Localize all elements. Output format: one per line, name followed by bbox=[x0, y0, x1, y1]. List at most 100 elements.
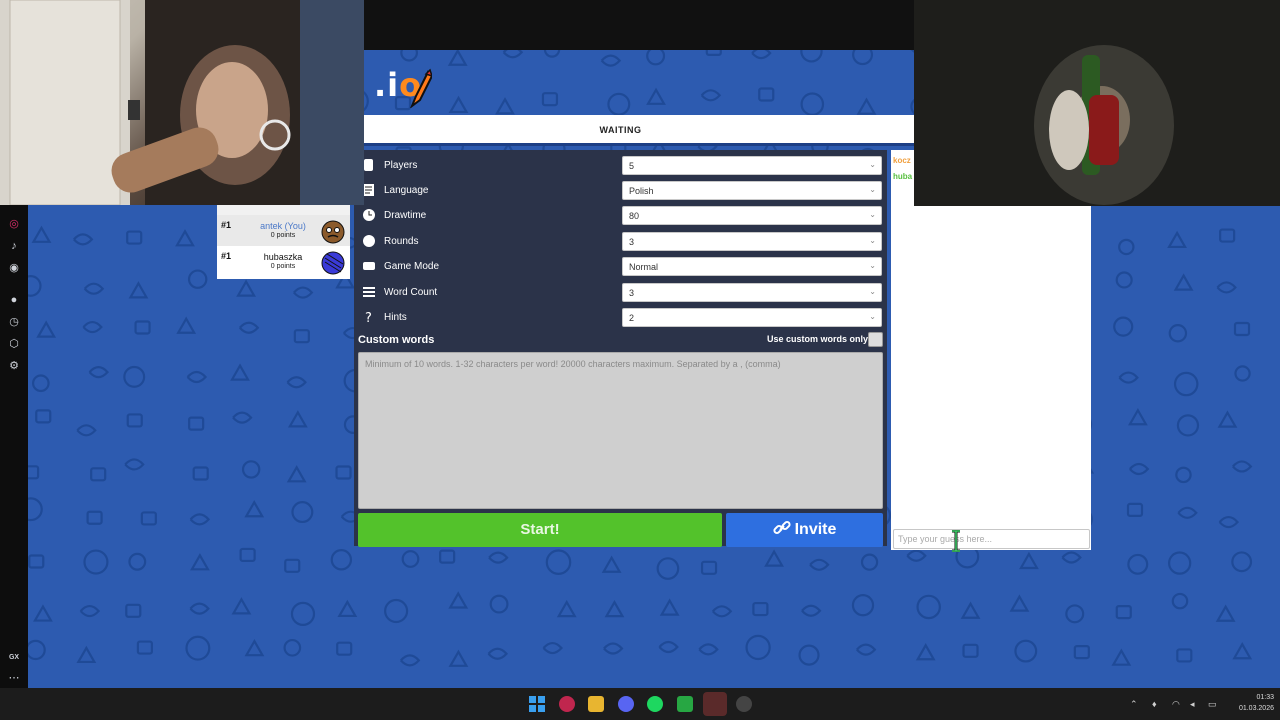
doodle-shape bbox=[35, 409, 52, 424]
doodle-shape bbox=[1128, 408, 1148, 426]
doodle-shape bbox=[28, 554, 45, 569]
microphone-icon[interactable]: ♦ bbox=[1152, 699, 1157, 709]
file-explorer-icon[interactable] bbox=[588, 696, 604, 712]
doodle-shape bbox=[1073, 645, 1090, 660]
player-avatar bbox=[321, 220, 345, 244]
opera-gx-icon[interactable] bbox=[559, 696, 575, 712]
discord-icon[interactable]: ◉ bbox=[7, 261, 21, 275]
chevron-down-icon: ⌄ bbox=[869, 312, 876, 321]
doodle-shape bbox=[126, 230, 143, 245]
app-icon[interactable] bbox=[736, 696, 752, 712]
clock-time: 01:33 bbox=[1256, 694, 1274, 701]
invite-label: Invite bbox=[794, 521, 837, 538]
app-green-icon[interactable] bbox=[677, 696, 693, 712]
player-avatar bbox=[321, 251, 345, 275]
doodle-shape bbox=[83, 282, 105, 295]
doodle-shape bbox=[1019, 551, 1039, 570]
doodle-shape bbox=[960, 601, 981, 619]
taskbar-clock[interactable]: 01:33 01.03.2026 bbox=[1224, 692, 1274, 714]
doodle-shape bbox=[1167, 230, 1187, 249]
settings-gear-icon[interactable]: ⚙ bbox=[7, 359, 21, 373]
doodle-shape bbox=[1014, 639, 1038, 663]
chat-panel: kocz huba bbox=[891, 150, 1091, 550]
tray-chevron-up-icon[interactable]: ⌃ bbox=[1130, 699, 1138, 710]
history-icon[interactable]: ◷ bbox=[7, 315, 21, 329]
invite-button[interactable]: Invite bbox=[726, 513, 883, 547]
tiktok-icon[interactable]: ♪ bbox=[7, 239, 21, 253]
player-row[interactable]: #1 antek (You) 0 points bbox=[217, 215, 350, 246]
setting-rounds: Rounds 3 ⌄ bbox=[354, 229, 887, 254]
doodle-shape bbox=[698, 643, 719, 656]
gx-label[interactable]: GX bbox=[7, 651, 21, 665]
messages-icon[interactable]: ● bbox=[7, 293, 21, 307]
doodle-shape bbox=[232, 411, 253, 424]
doodle-shape bbox=[284, 558, 301, 573]
doodle-shape bbox=[187, 269, 208, 289]
instagram-icon[interactable]: ◎ bbox=[7, 217, 21, 231]
doodle-shape bbox=[915, 643, 936, 661]
chevron-down-icon: ⌄ bbox=[869, 287, 876, 296]
language-select[interactable]: Polish ⌄ bbox=[622, 181, 882, 200]
doodle-shape bbox=[86, 510, 103, 525]
doodle-shape bbox=[238, 321, 260, 334]
doodle-shape bbox=[658, 640, 679, 654]
battery-icon[interactable]: ▭ bbox=[1208, 699, 1217, 710]
doodle-shape bbox=[126, 413, 143, 428]
doodle-shape bbox=[140, 511, 157, 526]
gamemode-icon bbox=[363, 262, 375, 270]
players-select[interactable]: 5 ⌄ bbox=[622, 156, 882, 175]
doodle-shape bbox=[1176, 414, 1200, 437]
start-button[interactable]: Start! bbox=[358, 513, 722, 547]
doodle-shape bbox=[764, 549, 784, 567]
doodle-shape bbox=[136, 640, 153, 655]
doodle-shape bbox=[1115, 605, 1132, 620]
more-icon[interactable]: ⋯ bbox=[7, 671, 21, 685]
chat-guess-input[interactable]: Type your guess here... bbox=[893, 529, 1090, 549]
doodle-shape bbox=[192, 466, 209, 481]
hints-select[interactable]: 2 ⌄ bbox=[622, 308, 882, 327]
use-custom-words-checkbox[interactable] bbox=[868, 332, 883, 347]
doodle-shape bbox=[283, 638, 302, 657]
drawtime-select[interactable]: 80 ⌄ bbox=[622, 206, 882, 225]
doodle-shape bbox=[337, 599, 358, 618]
setting-hints: ? Hints 2 ⌄ bbox=[354, 305, 887, 330]
browser-sidebar: ◎ ♪ ◉ ● ◷ ⬡ ⚙ GX ⋯ bbox=[0, 205, 28, 688]
chat-message: kocz bbox=[893, 156, 911, 165]
chevron-down-icon: ⌄ bbox=[869, 236, 876, 245]
wordcount-select[interactable]: 3 ⌄ bbox=[622, 283, 882, 302]
doodle-shape bbox=[601, 555, 622, 573]
windows-start-icon[interactable] bbox=[529, 696, 545, 712]
doodle-shape bbox=[76, 645, 97, 664]
doodle-shape bbox=[28, 275, 42, 297]
gamemode-select[interactable]: Normal ⌄ bbox=[622, 257, 882, 276]
doodle-shape bbox=[604, 599, 625, 618]
chevron-down-icon: ⌄ bbox=[869, 160, 876, 169]
doodle-shape bbox=[1217, 410, 1238, 428]
steam-icon[interactable] bbox=[703, 692, 727, 716]
setting-gamemode: Game Mode Normal ⌄ bbox=[354, 254, 887, 279]
doodle-shape bbox=[335, 465, 352, 480]
custom-words-textarea[interactable]: Minimum of 10 words. 1-32 characters per… bbox=[358, 352, 883, 509]
doodle-shape bbox=[241, 460, 261, 479]
player-row[interactable]: #1 hubaszka 0 points bbox=[217, 246, 350, 279]
doodle-shape bbox=[123, 365, 146, 388]
wifi-icon[interactable]: ◠ bbox=[1172, 699, 1180, 710]
chevron-down-icon: ⌄ bbox=[869, 210, 876, 219]
doodle-shape bbox=[124, 458, 145, 471]
webcam-left-image bbox=[0, 0, 364, 205]
discord-taskbar-icon[interactable] bbox=[618, 696, 634, 712]
select-value: 3 bbox=[629, 288, 635, 298]
doodle-shape bbox=[176, 316, 197, 334]
spotify-icon[interactable] bbox=[647, 696, 663, 712]
doodle-shape bbox=[798, 644, 820, 666]
doodle-shape bbox=[188, 416, 205, 431]
doodle-shape bbox=[1177, 506, 1198, 519]
doodle-shape bbox=[1126, 502, 1144, 518]
rounds-select[interactable]: 3 ⌄ bbox=[622, 232, 882, 251]
select-value: 5 bbox=[629, 161, 635, 171]
volume-icon[interactable]: ◂ bbox=[1190, 699, 1195, 710]
doodle-shape bbox=[190, 553, 210, 571]
chat-message: huba bbox=[893, 172, 913, 181]
doodle-shape bbox=[752, 601, 769, 617]
cube-icon[interactable]: ⬡ bbox=[7, 337, 21, 351]
